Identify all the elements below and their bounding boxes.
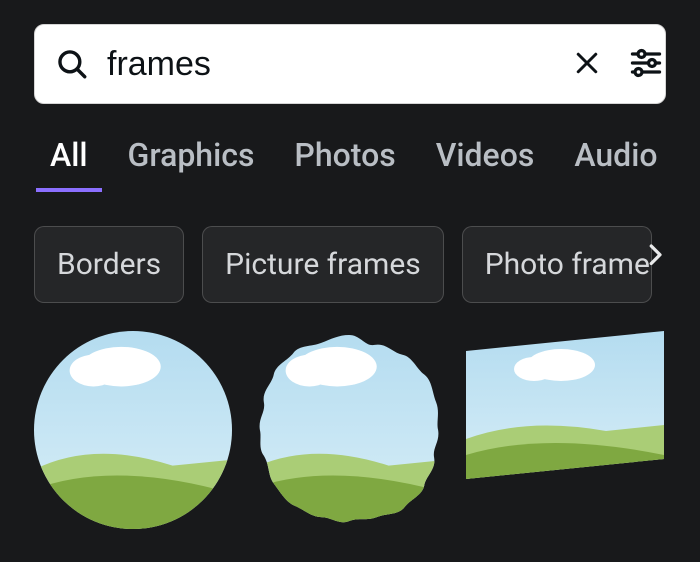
- suggestion-chips-row: Borders Picture frames Photo frames: [0, 192, 700, 303]
- results-grid: [0, 303, 700, 529]
- filter-button[interactable]: [624, 41, 668, 88]
- clear-search-button[interactable]: [568, 44, 606, 85]
- chip-borders[interactable]: Borders: [34, 226, 184, 303]
- frame-scallop[interactable]: [250, 331, 448, 529]
- chevron-right-icon: [640, 239, 670, 272]
- search-icon: [55, 47, 89, 81]
- search-bar: [34, 24, 666, 104]
- tab-graphics[interactable]: Graphics: [128, 136, 255, 192]
- search-container: [0, 0, 700, 104]
- tab-videos[interactable]: Videos: [436, 136, 535, 192]
- search-input[interactable]: [107, 45, 550, 84]
- tab-photos[interactable]: Photos: [294, 136, 395, 192]
- scroll-chips-right-button[interactable]: [640, 239, 670, 272]
- chip-photo-frames[interactable]: Photo frames: [462, 226, 652, 303]
- frame-parallelogram[interactable]: [466, 331, 664, 529]
- close-icon: [572, 48, 602, 81]
- frame-circle[interactable]: [34, 331, 232, 529]
- sliders-icon: [628, 45, 664, 84]
- chip-picture-frames[interactable]: Picture frames: [202, 226, 444, 303]
- tabs: All Graphics Photos Videos Audio: [0, 104, 700, 192]
- tab-audio[interactable]: Audio: [574, 136, 657, 192]
- tab-all[interactable]: All: [50, 136, 88, 192]
